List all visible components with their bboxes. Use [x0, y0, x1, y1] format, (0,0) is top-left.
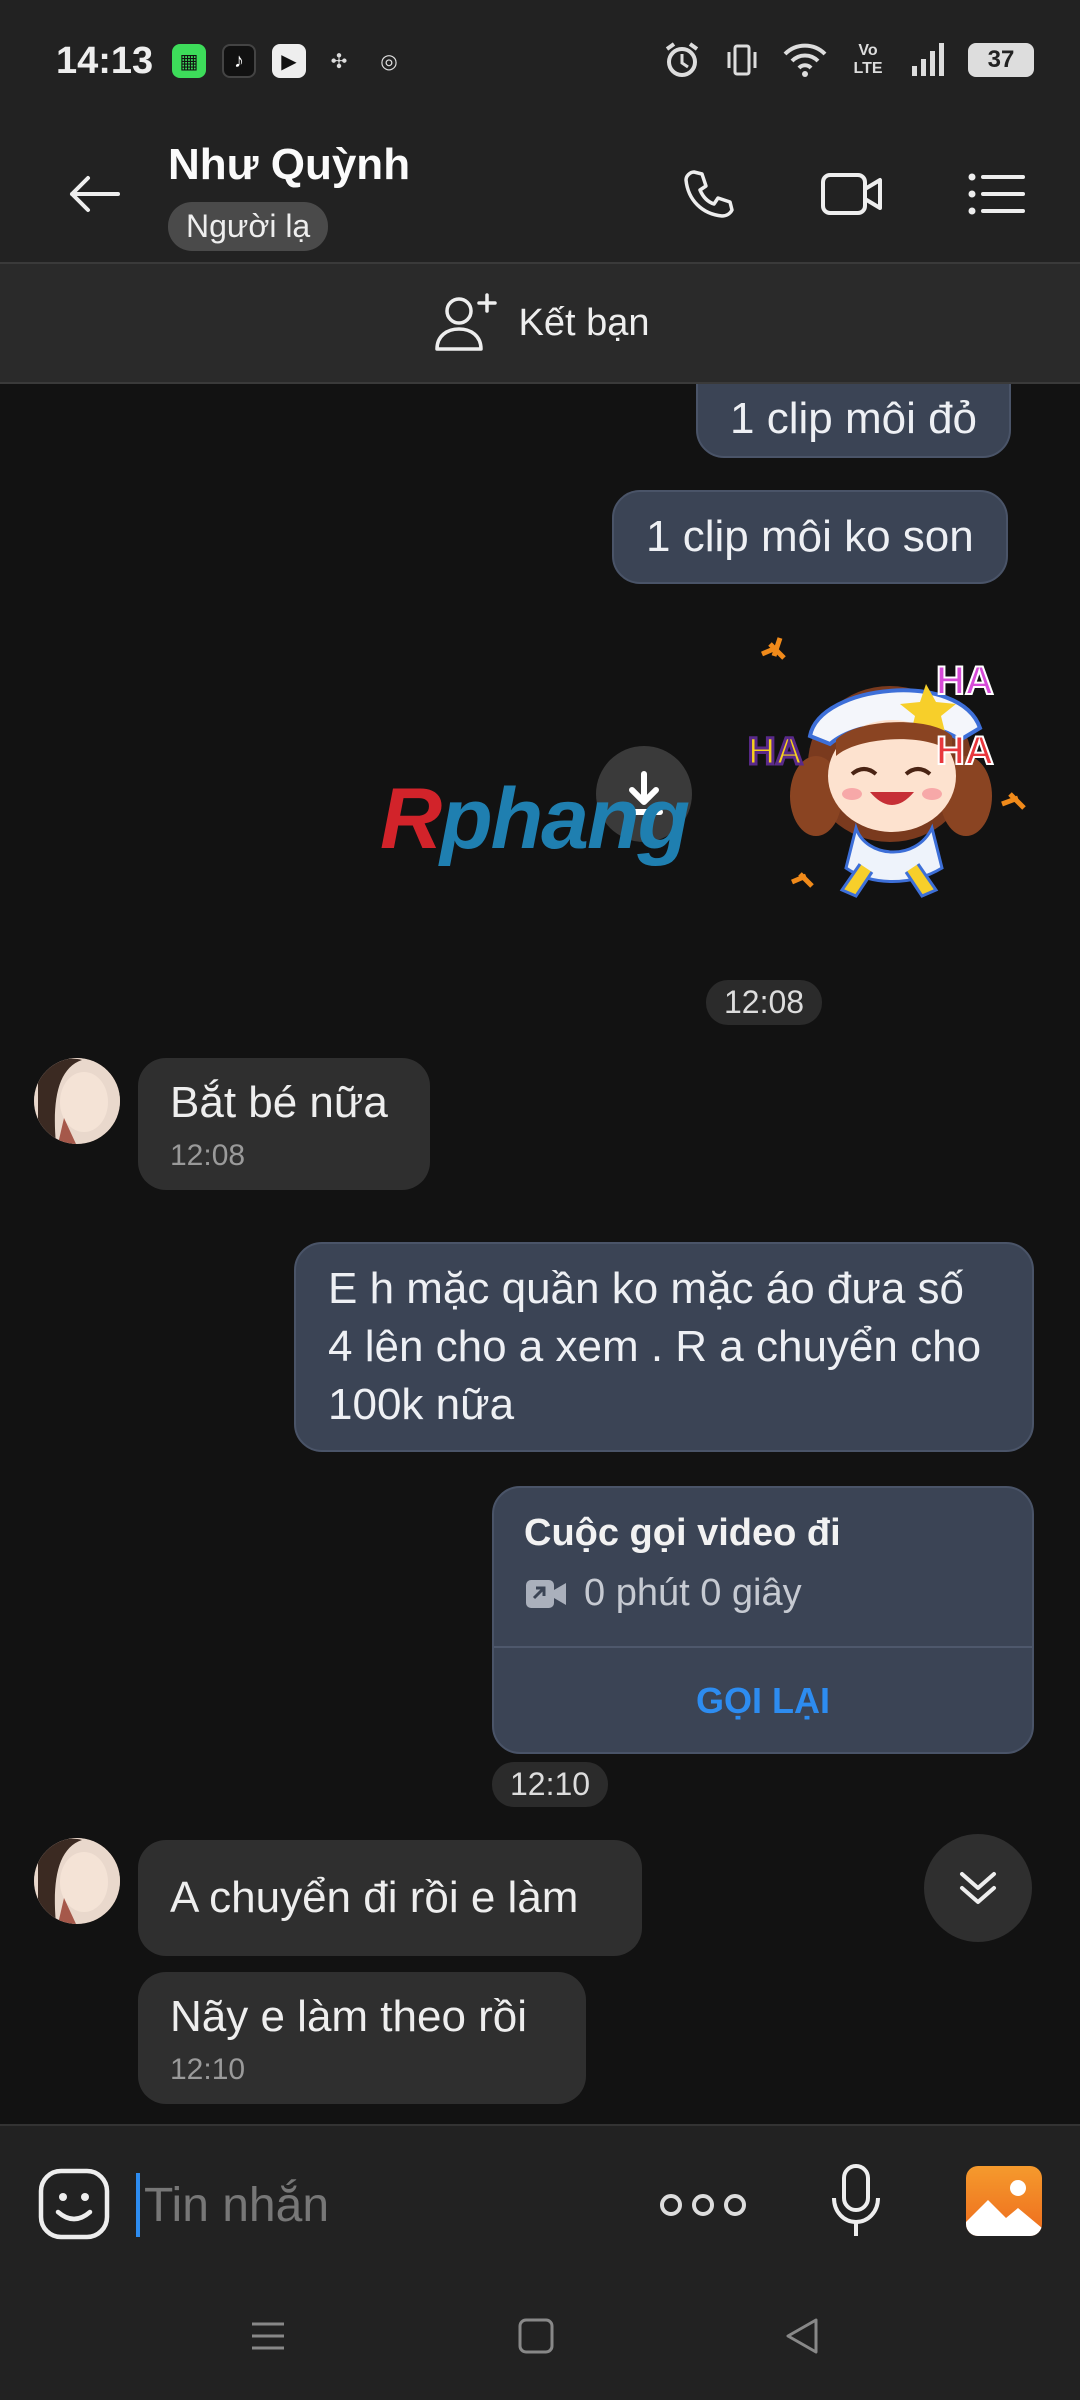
missed-video-icon	[526, 1579, 566, 1608]
system-navigation-bar	[0, 2274, 1080, 2400]
message-text: 1 clip môi ko son	[646, 512, 974, 561]
sticker-text: HA	[936, 659, 994, 703]
message-time: 12:10	[170, 2053, 246, 2086]
avatar-photo	[34, 1058, 120, 1144]
pinwheel-icon: ✣	[330, 50, 348, 73]
system-back-button[interactable]	[772, 2306, 832, 2366]
list-menu-icon	[968, 173, 1025, 215]
outgoing-message[interactable]: 1 clip môi đỏ	[696, 384, 1012, 458]
video-call-card: Cuộc gọi video đi 0 phút 0 giây GỌI LẠI	[492, 1486, 1034, 1754]
outgoing-message[interactable]: E h mặc quần ko mặc áo đưa số 4 lên cho …	[294, 1242, 1034, 1452]
chat-menu-button[interactable]	[964, 162, 1028, 226]
chat-header: Như Quỳnh Người lạ	[0, 120, 1080, 262]
home-button[interactable]	[506, 2306, 566, 2366]
timestamp: 12:10	[492, 1762, 609, 1807]
dot-icon	[692, 2194, 714, 2216]
outgoing-message[interactable]: 1 clip môi ko son	[612, 490, 1008, 584]
message-list[interactable]: 1 clip môi đỏ 1 clip môi ko son HA HA HA	[0, 384, 1080, 2124]
dot-icon	[724, 2194, 746, 2216]
volte-label: Vo LTE	[853, 42, 883, 77]
voice-call-button[interactable]	[676, 162, 740, 226]
grid-app-icon: ▦	[172, 44, 206, 78]
image-icon	[966, 2180, 1042, 2236]
menu-lines-icon	[252, 2322, 284, 2350]
emoji-button[interactable]	[36, 2166, 112, 2242]
battery-icon: 37	[968, 43, 1034, 77]
send-image-button[interactable]	[966, 2166, 1042, 2236]
call-back-button[interactable]: GỌI LẠI	[494, 1648, 1032, 1752]
message-text: A chuyển đi rồi e làm	[170, 1873, 579, 1922]
watermark-logo: Rphang	[380, 771, 690, 867]
message-input[interactable]: Tin nhắn	[136, 2170, 636, 2240]
timestamp: 12:08	[706, 980, 823, 1025]
call-title: Cuộc gọi video đi	[524, 1512, 841, 1554]
triangle-back-icon	[786, 2318, 818, 2354]
call-duration-text: 0 phút 0 giây	[584, 1572, 802, 1614]
vibrate-icon	[722, 40, 762, 80]
add-friend-label: Kết bạn	[518, 301, 650, 344]
call-duration: 0 phút 0 giây	[524, 1572, 802, 1615]
haha-sticker[interactable]: HA HA HA	[740, 624, 1040, 914]
stranger-badge: Người lạ	[168, 202, 329, 251]
message-text: E h mặc quần ko mặc áo đưa số 4 lên cho …	[328, 1264, 982, 1429]
status-bar: 14:13 ▦ ♪ ▶ ✣ ◎ Vo LTE 37	[0, 0, 1080, 120]
sticker-text: HA	[748, 731, 803, 773]
contact-name[interactable]: Như Quỳnh	[168, 140, 410, 190]
chrome-icon: ◎	[380, 50, 398, 73]
composer-bar: Tin nhắn	[0, 2124, 1080, 2274]
wifi-icon	[782, 40, 828, 80]
youtube-icon: ▶	[272, 44, 306, 78]
phone-icon	[684, 170, 734, 218]
message-text: 1 clip môi đỏ	[730, 394, 978, 443]
add-friend-button[interactable]: Kết bạn	[0, 262, 1080, 384]
dot-icon	[660, 2194, 682, 2216]
status-time: 14:13	[56, 40, 154, 82]
contact-avatar[interactable]	[34, 1838, 120, 1924]
system-icons: Vo LTE 37	[662, 40, 1034, 80]
volte-icon: Vo LTE	[848, 40, 888, 80]
double-chevron-down-icon	[960, 1872, 996, 1904]
recent-apps-button[interactable]	[238, 2306, 298, 2366]
input-placeholder: Tin nhắn	[144, 2178, 330, 2232]
arrow-left-icon	[70, 176, 120, 212]
square-icon	[518, 2318, 554, 2354]
alarm-icon	[662, 40, 702, 80]
video-camera-icon	[821, 173, 882, 215]
message-text: Nãy e làm theo rồi	[170, 1992, 528, 2041]
text-cursor	[136, 2173, 140, 2237]
incoming-message[interactable]: Nãy e làm theo rồi 12:10	[138, 1972, 586, 2104]
scroll-to-bottom-button[interactable]	[924, 1834, 1032, 1942]
incoming-message[interactable]: Bắt bé nữa 12:08	[138, 1058, 430, 1190]
back-button[interactable]	[62, 162, 126, 226]
signal-icon	[908, 40, 948, 80]
sticker-text: HA	[936, 729, 994, 773]
tiktok-icon: ♪	[222, 44, 256, 78]
add-user-icon	[434, 293, 497, 351]
message-time: 12:08	[170, 1139, 246, 1172]
message-text: Bắt bé nữa	[170, 1078, 388, 1127]
more-options-button[interactable]	[660, 2180, 746, 2230]
microphone-icon	[832, 2164, 880, 2236]
sticker-smile-icon	[38, 2168, 110, 2240]
voice-record-button[interactable]	[826, 2162, 886, 2242]
incoming-message[interactable]: A chuyển đi rồi e làm	[138, 1840, 642, 1956]
avatar-photo	[34, 1838, 120, 1924]
contact-avatar[interactable]	[34, 1058, 120, 1144]
notification-icons: ▦ ♪ ▶ ✣ ◎	[172, 44, 406, 78]
video-call-button[interactable]	[820, 162, 884, 226]
